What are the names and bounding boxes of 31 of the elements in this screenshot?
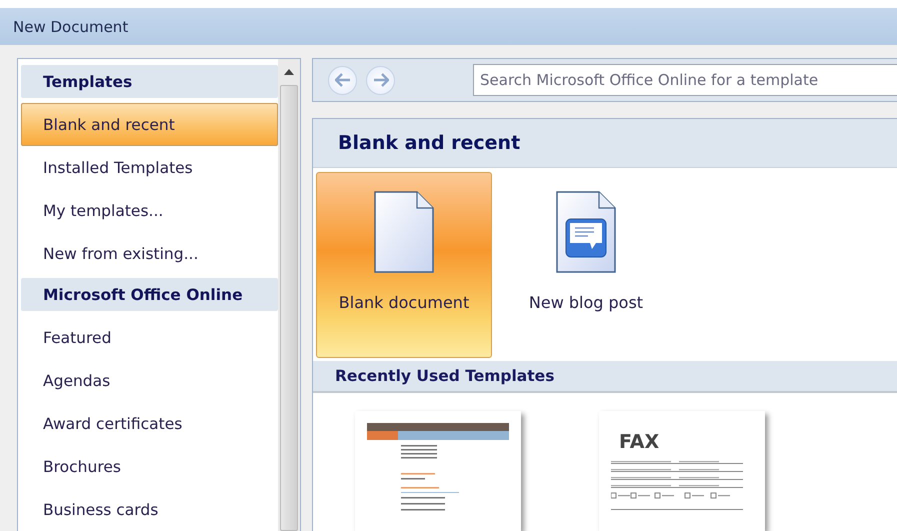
scrollbar[interactable] [278,59,300,531]
section-title: Blank and recent [338,132,520,154]
sidebar-item[interactable]: Award certificates [21,402,278,446]
template-tile[interactable]: Blank document [316,172,492,358]
sidebar-item[interactable]: Business cards [21,488,278,531]
blog-document-icon [556,191,616,273]
sidebar-item[interactable]: Featured [21,316,278,360]
scroll-up-icon[interactable] [284,68,294,75]
template-thumbnail[interactable]: FAX [599,411,765,531]
blank-document-icon [374,191,434,273]
sidebar-item[interactable]: Blank and recent [21,103,278,146]
back-button[interactable] [328,66,357,94]
category-header: Templates [21,65,278,98]
search-field[interactable]: Search Microsoft Office Online for a template [473,64,897,96]
window-title: New Document [13,18,128,36]
forward-arrow-icon [372,73,388,87]
sidebar-item[interactable]: My templates... [21,189,278,232]
sidebar-item[interactable]: Brochures [21,445,278,488]
scroll-thumb[interactable] [280,85,298,531]
recent-title: Recently Used Templates [335,367,554,385]
sidebar-item[interactable]: New from existing... [21,232,278,276]
back-arrow-icon [334,73,350,87]
tile-label: New blog post [528,293,644,312]
forward-button[interactable] [366,66,395,94]
category-header: Microsoft Office Online [21,278,278,312]
template-tile[interactable]: New blog post [498,172,674,358]
tile-label: Blank document [338,293,470,312]
fax-heading: FAX [619,431,660,453]
sidebar-item[interactable]: Agendas [21,359,278,402]
sidebar-item[interactable]: Installed Templates [21,146,278,190]
template-thumbnail[interactable] [355,411,521,531]
